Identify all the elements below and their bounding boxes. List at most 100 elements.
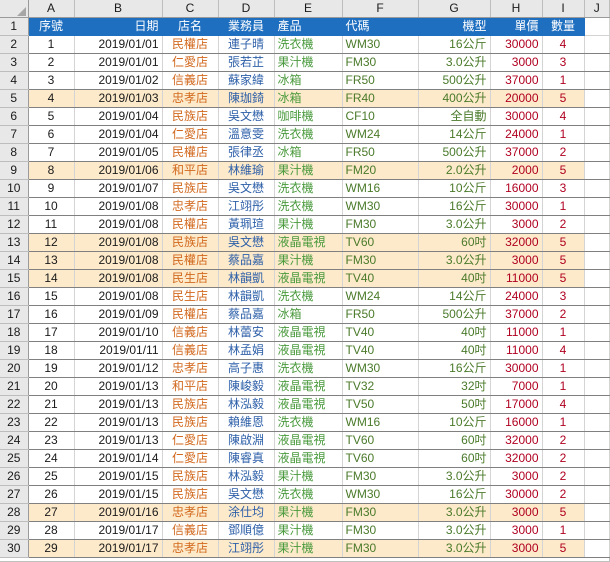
cell-empty[interactable]	[584, 485, 610, 504]
cell-qty[interactable]: 1	[542, 125, 585, 144]
cell-model[interactable]: 全自動	[418, 107, 491, 126]
table-row[interactable]: 24 23 2019/01/13 仁愛店 陳啟淵 液晶電視 TV60 60吋 32000 2	[0, 431, 610, 450]
cell-price[interactable]: 37000	[490, 71, 543, 90]
header-cell-date[interactable]: 日期	[74, 17, 163, 36]
cell-seq[interactable]: 11	[28, 215, 75, 234]
cell-seq[interactable]: 28	[28, 521, 75, 540]
cell-store[interactable]: 忠孝店	[162, 503, 219, 522]
table-row[interactable]: 8 7 2019/01/05 民權店 張律丞 冰箱 FR50 500公升 37000 2	[0, 143, 610, 162]
cell-product[interactable]: 洗衣機	[274, 413, 343, 432]
cell-product[interactable]: 冰箱	[274, 305, 343, 324]
cell-store[interactable]: 信義店	[162, 521, 219, 540]
cell-store[interactable]: 民生店	[162, 287, 219, 306]
cell-qty[interactable]: 2	[542, 449, 585, 468]
row-header-20[interactable]: 20	[0, 359, 29, 378]
row-header-3[interactable]: 3	[0, 53, 29, 72]
cell-model[interactable]: 500公升	[418, 305, 491, 324]
cell-seq[interactable]: 6	[28, 125, 75, 144]
cell-code[interactable]: TV32	[342, 377, 419, 396]
cell-date[interactable]: 2019/01/05	[74, 143, 163, 162]
cell-seq[interactable]: 16	[28, 305, 75, 324]
table-row[interactable]: 13 12 2019/01/08 民族店 吳文懋 液晶電視 TV60 60吋 32000 5	[0, 233, 610, 252]
header-cell-model[interactable]: 機型	[418, 17, 491, 36]
cell-store[interactable]: 忠孝店	[162, 359, 219, 378]
cell-price[interactable]: 30000	[490, 197, 543, 216]
cell-code[interactable]: WM16	[342, 413, 419, 432]
column-header-f[interactable]: F	[342, 0, 419, 18]
cell-product[interactable]: 洗衣機	[274, 287, 343, 306]
cell-sales[interactable]: 江翊彤	[218, 539, 275, 558]
cell-qty[interactable]: 3	[542, 179, 585, 198]
cell-date[interactable]: 2019/01/08	[74, 269, 163, 288]
cell-empty[interactable]	[584, 413, 610, 432]
cell-code[interactable]: FM30	[342, 503, 419, 522]
table-row[interactable]: 28 27 2019/01/16 忠孝店 涂仕均 果汁機 FM30 3.0公升 3000 5	[0, 503, 610, 522]
cell-date[interactable]: 2019/01/13	[74, 431, 163, 450]
cell-model[interactable]: 16公斤	[418, 197, 491, 216]
cell-code[interactable]: FR40	[342, 89, 419, 108]
cell-store[interactable]: 民族店	[162, 413, 219, 432]
cell-empty[interactable]	[584, 89, 610, 108]
cell-model[interactable]: 40吋	[418, 269, 491, 288]
cell-qty[interactable]: 1	[542, 521, 585, 540]
row-header-4[interactable]: 4	[0, 71, 29, 90]
cell-sales[interactable]: 林泓毅	[218, 467, 275, 486]
row-header-7[interactable]: 7	[0, 125, 29, 144]
cell-store[interactable]: 信義店	[162, 323, 219, 342]
cell-seq[interactable]: 24	[28, 449, 75, 468]
cell-product[interactable]: 洗衣機	[274, 179, 343, 198]
cell-seq[interactable]: 20	[28, 377, 75, 396]
table-row[interactable]: 10 9 2019/01/07 民族店 吳文懋 洗衣機 WM16 10公斤 16000 3	[0, 179, 610, 198]
cell-model[interactable]: 3.0公升	[418, 539, 491, 558]
cell-sales[interactable]: 蘇家緯	[218, 71, 275, 90]
column-header-d[interactable]: D	[218, 0, 275, 18]
table-row[interactable]: 12 11 2019/01/08 民權店 黃珮瑄 果汁機 FM30 3.0公升 3000 2	[0, 215, 610, 234]
column-header-b[interactable]: B	[74, 0, 163, 18]
cell-price[interactable]: 24000	[490, 125, 543, 144]
cell-seq[interactable]: 12	[28, 233, 75, 252]
cell-price[interactable]: 32000	[490, 233, 543, 252]
cell-sales[interactable]: 陳啟淵	[218, 431, 275, 450]
row-header-13[interactable]: 13	[0, 233, 29, 252]
cell-code[interactable]: TV50	[342, 395, 419, 414]
cell-price[interactable]: 30000	[490, 35, 543, 54]
cell-price[interactable]: 3000	[490, 251, 543, 270]
cell-empty[interactable]	[584, 377, 610, 396]
table-row[interactable]: 26 25 2019/01/15 民族店 林泓毅 果汁機 FM30 3.0公升 3000 2	[0, 467, 610, 486]
cell-empty[interactable]	[584, 251, 610, 270]
cell-store[interactable]: 民族店	[162, 485, 219, 504]
row-header-27[interactable]: 27	[0, 485, 29, 504]
cell-seq[interactable]: 10	[28, 197, 75, 216]
cell-code[interactable]: FM30	[342, 251, 419, 270]
cell-store[interactable]: 忠孝店	[162, 539, 219, 558]
cell-qty[interactable]: 1	[542, 323, 585, 342]
cell-model[interactable]: 14公斤	[418, 125, 491, 144]
cell-product[interactable]: 果汁機	[274, 251, 343, 270]
row-header-23[interactable]: 23	[0, 413, 29, 432]
row-header-1[interactable]: 1	[0, 17, 29, 36]
cell-store[interactable]: 民生店	[162, 269, 219, 288]
table-row[interactable]: 22 21 2019/01/13 民族店 林泓毅 液晶電視 TV50 50吋 17000 4	[0, 395, 610, 414]
cell-store[interactable]: 民權店	[162, 35, 219, 54]
cell-price[interactable]: 11000	[490, 269, 543, 288]
row-header-29[interactable]: 29	[0, 521, 29, 540]
cell-model[interactable]: 40吋	[418, 323, 491, 342]
cell-seq[interactable]: 13	[28, 251, 75, 270]
cell-product[interactable]: 洗衣機	[274, 125, 343, 144]
cell-price[interactable]: 11000	[490, 323, 543, 342]
cell-sales[interactable]: 黃珮瑄	[218, 215, 275, 234]
table-row[interactable]: 23 22 2019/01/13 民族店 賴維恩 洗衣機 WM16 10公斤 16000 1	[0, 413, 610, 432]
column-header-j[interactable]: J	[584, 0, 610, 18]
cell-empty[interactable]	[584, 287, 610, 306]
column-header-i[interactable]: I	[542, 0, 585, 18]
cell-sales[interactable]: 賴維恩	[218, 413, 275, 432]
cell-sales[interactable]: 連子晴	[218, 35, 275, 54]
cell-date[interactable]: 2019/01/11	[74, 341, 163, 360]
cell-empty[interactable]	[584, 35, 610, 54]
row-header-10[interactable]: 10	[0, 179, 29, 198]
cell-price[interactable]: 37000	[490, 305, 543, 324]
table-row[interactable]: 25 24 2019/01/14 仁愛店 陳睿真 液晶電視 TV60 60吋 32000 2	[0, 449, 610, 468]
cell-qty[interactable]: 2	[542, 305, 585, 324]
cell-store[interactable]: 民族店	[162, 107, 219, 126]
cell-model[interactable]: 3.0公升	[418, 215, 491, 234]
